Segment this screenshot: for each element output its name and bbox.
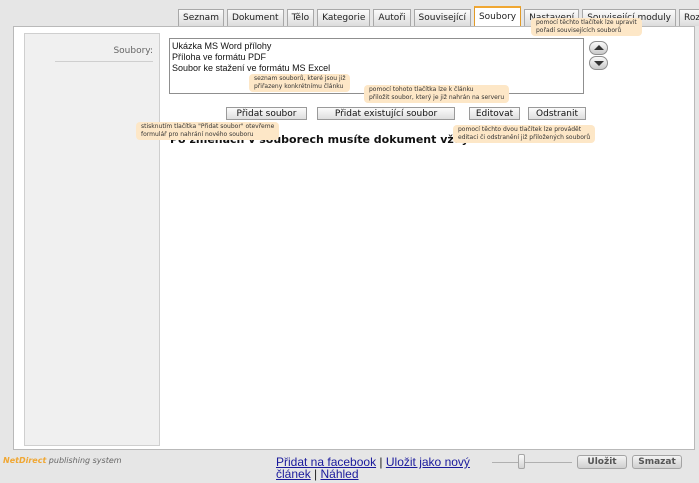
tab-soubory[interactable]: Soubory: [473, 6, 522, 26]
footer-links: Přidat na facebook | Uložit jako nový čl…: [276, 456, 491, 480]
edit-button[interactable]: Editovat: [469, 107, 520, 120]
tab-kategorie[interactable]: Kategorie: [317, 9, 371, 26]
tooltip-file-list: seznam souborů, které jsou již přiřazeny …: [249, 74, 351, 92]
brand-logo: NetDirect publishing system: [3, 456, 122, 465]
slider-handle[interactable]: [518, 454, 525, 469]
delete-button[interactable]: Smazat: [632, 455, 682, 469]
save-button[interactable]: Uložit: [577, 455, 627, 469]
move-up-button[interactable]: [589, 41, 608, 55]
preview-link[interactable]: Náhled: [320, 467, 358, 481]
tooltip-order: pomocí těchto tlačítek lze upravit pořadí…: [531, 18, 642, 36]
tab-telo[interactable]: Tělo: [286, 9, 315, 26]
link-separator: |: [310, 467, 321, 481]
file-list-item[interactable]: Ukázka MS Word přílohy: [172, 41, 581, 52]
tab-dokument[interactable]: Dokument: [226, 9, 284, 26]
tooltip-add-file: stisknutím tlačítka "Přidat soubor" otev…: [136, 122, 280, 140]
label-column: Soubory:: [24, 33, 160, 446]
remove-button[interactable]: Odstranit: [528, 107, 586, 120]
tab-souvisejici[interactable]: Související: [413, 9, 471, 26]
tooltip-edit-remove: pomocí těchto dvou tlačítek lze provádět…: [453, 125, 596, 143]
slider-track: [492, 462, 572, 463]
add-file-button[interactable]: Přidat soubor: [226, 107, 307, 120]
tooltip-add-existing: pomocí tohoto tlačítka lze k článku přilo…: [364, 85, 510, 103]
link-separator: |: [376, 455, 386, 469]
add-existing-file-button[interactable]: Přidat existující soubor: [317, 107, 455, 120]
files-label: Soubory:: [113, 46, 153, 56]
file-list-item[interactable]: Soubor ke stažení ve formátu MS Excel: [172, 63, 581, 74]
tab-seznam[interactable]: Seznam: [178, 9, 224, 26]
tab-rozsirene[interactable]: Rozšířené: [679, 9, 699, 26]
tab-autori[interactable]: Autoři: [373, 9, 411, 26]
label-divider: [55, 61, 153, 62]
file-list-item[interactable]: Příloha ve formátu PDF: [172, 52, 581, 63]
main-panel: Soubory: Ukázka MS Word přílohy Příloha …: [13, 26, 695, 450]
move-down-button[interactable]: [589, 56, 608, 70]
